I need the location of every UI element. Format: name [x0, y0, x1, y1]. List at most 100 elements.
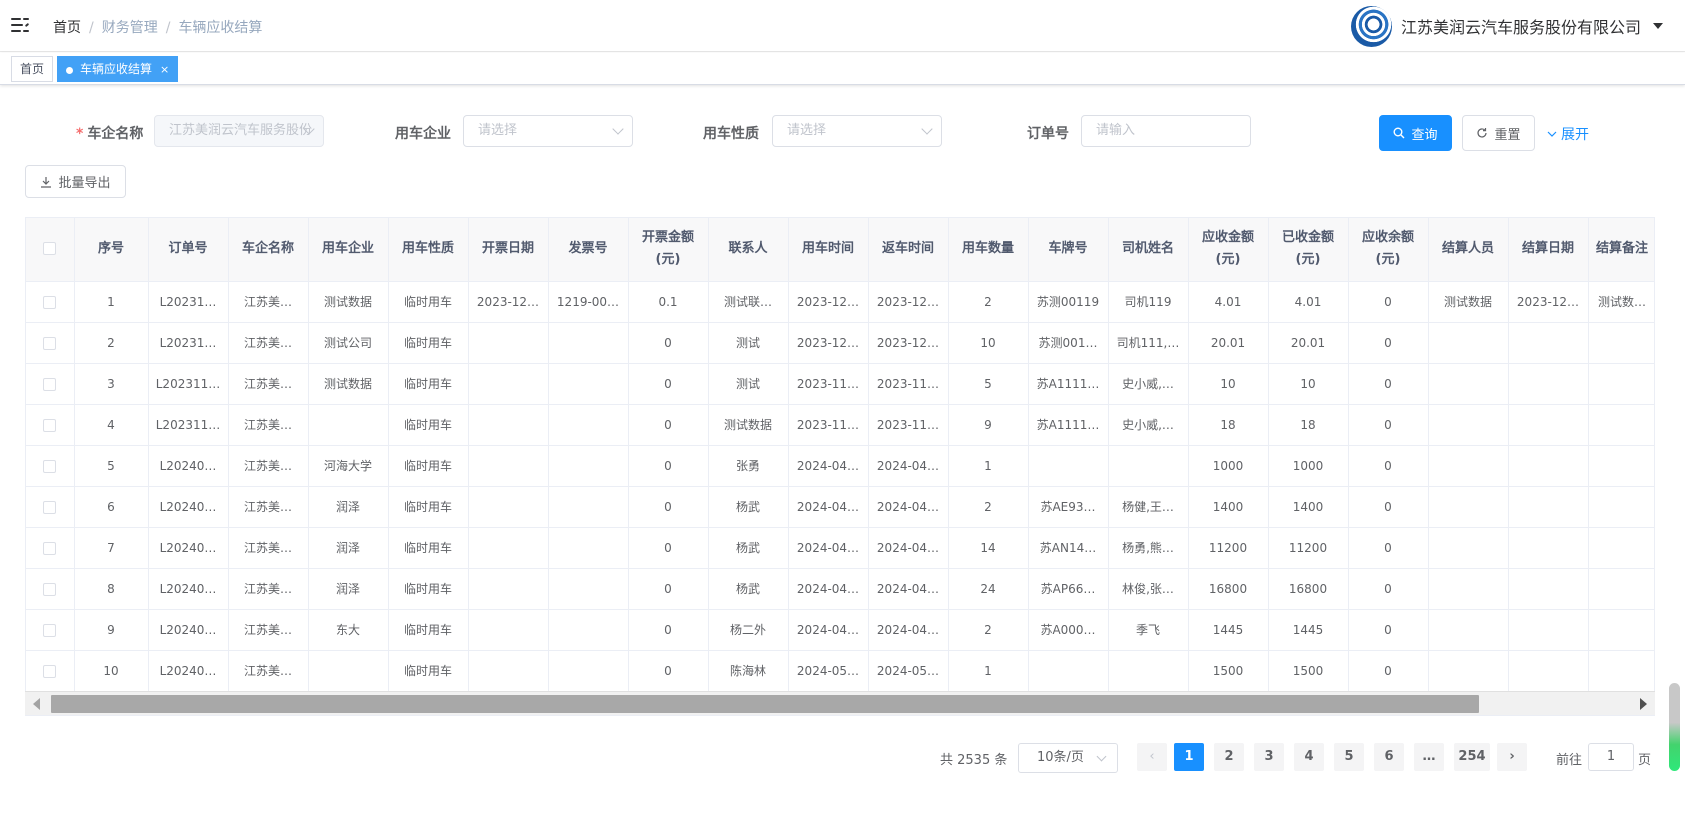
select-all-cell[interactable] [26, 218, 75, 282]
table-cell [1428, 609, 1509, 651]
column-header: 车牌号 [1028, 218, 1109, 282]
table-row[interactable]: 3 L202311… 江苏美… 测试数据 临时用车 0 测试 2023-11… 2023-11…… [26, 363, 1654, 405]
select-all-checkbox[interactable] [43, 242, 57, 256]
page-size-select[interactable]: 10条/页 [1018, 743, 1118, 773]
row-select-cell[interactable] [26, 445, 75, 487]
row-checkbox[interactable] [43, 623, 57, 637]
page-4-button[interactable]: 4 [1294, 743, 1324, 771]
row-checkbox[interactable] [43, 459, 57, 473]
company-select[interactable]: 江苏美润云汽车服务股份 [154, 115, 324, 147]
table-header: 序号 订单号 车企名称 用车企业 用车性质 开票日期 发票号 开票金额(元) 联系人 用车时间 返车… [26, 218, 1654, 282]
table-cell: 测试数据 [308, 281, 389, 323]
breadcrumb-finance[interactable]: 财务管理 [102, 20, 158, 36]
row-checkbox[interactable] [43, 500, 57, 514]
breadcrumb: 首页 / 财务管理 / 车辆应收结算 [53, 20, 263, 36]
use-company-select[interactable]: 请选择 [463, 115, 633, 147]
use-type-select[interactable]: 请选择 [772, 115, 942, 147]
company-filter-label: * 车企名称 [76, 126, 144, 142]
table-cell: L20240… [148, 609, 229, 651]
tag-active[interactable]: 车辆应收结算 × [57, 56, 179, 82]
table-row[interactable]: 4 L202311… 江苏美… 临时用车 0 测试数据 2023-11… 2023-11… 9 苏… [26, 404, 1654, 446]
caret-down-icon[interactable] [1653, 23, 1663, 29]
goto-page-input[interactable]: 1 [1588, 743, 1634, 771]
more-pages-button[interactable]: … [1414, 743, 1444, 771]
table-cell [548, 609, 629, 651]
query-button[interactable]: 查询 [1379, 115, 1452, 151]
table-row[interactable]: 7 L20240… 江苏美… 润泽 临时用车 0 杨武 2024-04… 2024-04… 14 苏… [26, 527, 1654, 569]
table-row[interactable]: 5 L20240… 江苏美… 河海大学 临时用车 0 张勇 2024-04… 2024-04… 1… [26, 445, 1654, 487]
goto-suffix: 页 [1638, 753, 1652, 768]
table-row[interactable]: 10 L20240… 江苏美… 临时用车 0 陈海林 2024-05… 2024-05… 1 15… [26, 650, 1654, 692]
top-navbar: 首页 / 财务管理 / 车辆应收结算 江苏美润云汽车服务股份有限公司 [0, 0, 1685, 52]
table-cell: 润泽 [308, 486, 389, 528]
expand-toggle[interactable]: 展开 [1547, 124, 1589, 144]
pagination: 共 2535 条 10条/页 ‹ 1 2 3 4 5 6… 254 › 前往 1 页 [0, 743, 1685, 773]
table-cell: 0 [628, 568, 709, 610]
breadcrumb-home[interactable]: 首页 [53, 20, 81, 36]
table-cell [548, 445, 629, 487]
table-cell: 苏测00119 [1028, 281, 1109, 323]
table-cell: L20231… [148, 281, 229, 323]
row-select-cell[interactable] [26, 404, 75, 446]
row-checkbox[interactable] [43, 664, 57, 678]
table-cell: 5 [74, 445, 149, 487]
tag-home[interactable]: 首页 [11, 56, 54, 82]
row-select-cell[interactable] [26, 609, 75, 651]
scrollbar-thumb[interactable] [51, 695, 1479, 713]
table-row[interactable]: 6 L20240… 江苏美… 润泽 临时用车 0 杨武 2024-04… 2024-04… 2 苏A… [26, 486, 1654, 528]
column-header: 联系人 [708, 218, 789, 282]
order-no-input[interactable]: 请输入 [1081, 115, 1251, 147]
reset-button[interactable]: 重置 [1462, 115, 1535, 151]
table-row[interactable]: 1 L20231… 江苏美… 测试数据 临时用车 2023-12… 1219-00… 0.1 测… [26, 281, 1654, 323]
company-menu[interactable]: 江苏美润云汽车服务股份有限公司 [1350, 5, 1663, 47]
page-254-button[interactable]: 254 [1454, 743, 1490, 771]
scroll-right-arrow[interactable] [1640, 698, 1647, 710]
table-cell: 0 [1348, 486, 1429, 528]
column-header: 结算人员 [1428, 218, 1509, 282]
table-row[interactable]: 9 L20240… 江苏美… 东大 临时用车 0 杨二外 2024-04… 2024-04… 2 苏… [26, 609, 1654, 651]
row-checkbox[interactable] [43, 541, 57, 555]
table-cell: 江苏美… [228, 404, 309, 446]
table-cell: 测试公司 [308, 322, 389, 364]
table-cell: 苏AP66… [1028, 568, 1109, 610]
row-select-cell[interactable] [26, 568, 75, 610]
menu-toggle-icon[interactable] [11, 16, 30, 34]
table-cell: 测试 [708, 322, 789, 364]
row-checkbox[interactable] [43, 418, 57, 432]
next-page-button[interactable]: › [1497, 743, 1527, 771]
table-cell: 2024-05… [868, 650, 949, 692]
table-cell: 2024-04… [788, 527, 869, 569]
prev-page-button[interactable]: ‹ [1137, 743, 1167, 771]
table-cell: 2023-12… [468, 281, 549, 323]
column-header: 返车时间 [868, 218, 949, 282]
row-select-cell[interactable] [26, 486, 75, 528]
table-cell: 润泽 [308, 527, 389, 569]
page-2-button[interactable]: 2 [1214, 743, 1244, 771]
row-select-cell[interactable] [26, 363, 75, 405]
table-cell: L202311… [148, 363, 229, 405]
row-checkbox[interactable] [43, 336, 57, 350]
page-1-button[interactable]: 1 [1174, 743, 1204, 771]
row-select-cell[interactable] [26, 281, 75, 323]
table-row[interactable]: 2 L20231… 江苏美… 测试公司 临时用车 0 测试 2023-12… 2023-12… 1… [26, 322, 1654, 364]
page-5-button[interactable]: 5 [1334, 743, 1364, 771]
table-cell: 10 [1268, 363, 1349, 405]
row-select-cell[interactable] [26, 650, 75, 692]
row-select-cell[interactable] [26, 322, 75, 364]
batch-export-button[interactable]: 批量导出 [25, 165, 126, 198]
page-6-button[interactable]: 6 [1374, 743, 1404, 771]
table-cell: 18 [1188, 404, 1269, 446]
horizontal-scrollbar[interactable] [25, 691, 1655, 715]
page-3-button[interactable]: 3 [1254, 743, 1284, 771]
row-checkbox[interactable] [43, 377, 57, 391]
row-checkbox[interactable] [43, 295, 57, 309]
column-header: 结算备注 [1588, 218, 1654, 282]
table-cell: 2023-11… [788, 404, 869, 446]
tag-close-icon[interactable]: × [160, 63, 169, 76]
table-cell: 11200 [1268, 527, 1349, 569]
scroll-left-arrow[interactable] [33, 698, 40, 710]
table-cell: 2023-12… [788, 281, 869, 323]
row-select-cell[interactable] [26, 527, 75, 569]
row-checkbox[interactable] [43, 582, 57, 596]
table-row[interactable]: 8 L20240… 江苏美… 润泽 临时用车 0 杨武 2024-04… 2024-04… 24 苏… [26, 568, 1654, 610]
